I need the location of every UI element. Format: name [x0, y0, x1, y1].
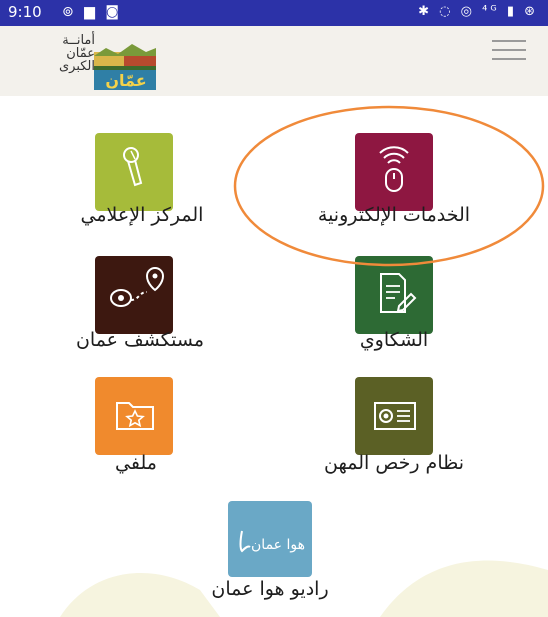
eservices-label[interactable]: الخدمات الإلكترونية — [296, 204, 492, 226]
touch-mouse-icon — [379, 146, 409, 192]
media-center-label[interactable]: المركز الإعلامي — [52, 204, 232, 226]
emblem-text: عمّان — [105, 71, 146, 90]
radio-tile[interactable]: هوا عمان — [228, 501, 312, 577]
amman-explorer-tile[interactable] — [95, 256, 173, 334]
map-pin-route-icon — [110, 267, 165, 307]
logo-text: أمانــة عمّان الكبرى — [25, 34, 95, 73]
microphone-icon — [123, 147, 143, 187]
radio-label[interactable]: راديو هوا عمان — [178, 578, 362, 600]
hamburger-menu-icon[interactable] — [492, 38, 526, 62]
complaints-tile[interactable] — [355, 256, 433, 334]
status-time: 9:10 — [8, 3, 42, 21]
media-center-tile[interactable] — [95, 133, 173, 211]
amman-emblem-logo: عمّان — [94, 44, 156, 90]
complaints-label[interactable]: الشكاوي — [330, 329, 458, 351]
licenses-tile[interactable] — [355, 377, 433, 455]
my-file-tile[interactable] — [95, 377, 173, 455]
amman-explorer-label[interactable]: مستكشف عمان — [42, 329, 238, 351]
eservices-tile[interactable] — [355, 133, 433, 211]
licenses-label[interactable]: نظام رخص المهن — [298, 452, 490, 474]
logo-line-3: الكبرى — [58, 59, 95, 74]
my-file-label[interactable]: ملفي — [98, 452, 174, 474]
certificate-icon — [374, 402, 416, 430]
document-edit-icon — [380, 273, 417, 313]
hawa-amman-logo: هوا عمان — [239, 530, 305, 553]
notification-icons: ⊚ ▆ ◙ — [62, 4, 122, 20]
app-header: أمانــة عمّان الكبرى عمّان — [0, 26, 548, 96]
radio-logo-text: هوا عمان — [251, 537, 305, 553]
star-folder-icon — [116, 402, 154, 430]
system-status-icons: ✱ ◌ ◎ ⁴ᴳ ▮ ⊛ — [418, 4, 538, 19]
status-bar: 9:10 ⊚ ▆ ◙ ✱ ◌ ◎ ⁴ᴳ ▮ ⊛ — [0, 0, 548, 26]
